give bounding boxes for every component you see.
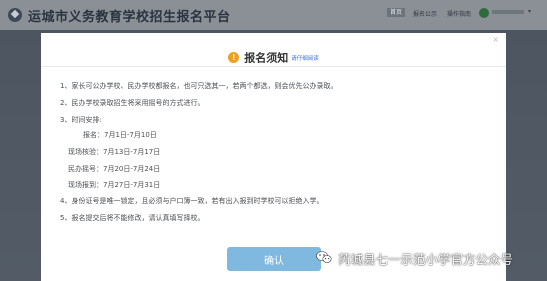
notice-line-1: 1、家长可公办学校、民办学校都报名，也可只选其一，若两个都选，则会优先公办录取。 bbox=[60, 82, 338, 90]
schedule-lottery: 民办摇号：7月20日-7月24日 bbox=[68, 165, 161, 173]
schedule-check-in: 现场报到：7月27日-7月31日 bbox=[68, 181, 161, 189]
site-title: 运城市义务教育学校招生报名平台 bbox=[28, 10, 231, 25]
watermark-text: 芮城县七一示范小学官方公众号 bbox=[338, 252, 514, 267]
close-icon[interactable]: × bbox=[492, 35, 499, 44]
title-divider bbox=[41, 66, 506, 67]
user-name[interactable] bbox=[492, 10, 524, 14]
watermark: 芮城县七一示范小学官方公众号 bbox=[316, 249, 547, 267]
schedule-verification: 现场核验：7月13日-7月17日 bbox=[68, 148, 161, 156]
wechat-icon bbox=[316, 251, 332, 263]
notice-line-3: 3、时间安排: bbox=[60, 116, 102, 124]
user-avatar-icon[interactable] bbox=[479, 8, 489, 18]
dialog-title: ! 报名须知 请仔细阅读 bbox=[41, 47, 506, 66]
dialog-title-text: 报名须知 bbox=[244, 51, 289, 65]
warning-icon: ! bbox=[228, 52, 240, 63]
notice-line-5: 5、报名提交后将不能修改，请认真填写择校。 bbox=[60, 214, 205, 222]
nav-guide[interactable]: 操作指南 bbox=[447, 9, 471, 18]
notice-line-4: 4、身份证号是唯一锁定，且必须与户口簿一致，若有出入报到时学校可以拒绝入学。 bbox=[60, 197, 324, 205]
site-header: 运城市义务教育学校招生报名平台 首页 报名公示 操作指南 ▾ bbox=[0, 0, 547, 30]
notice-line-2: 2、民办学校录取招生将采用摇号的方式进行。 bbox=[60, 99, 205, 107]
dialog-subtitle: 请仔细阅读 bbox=[291, 55, 319, 62]
emblem-icon bbox=[8, 8, 22, 22]
nav-registration-notice[interactable]: 报名公示 bbox=[413, 9, 437, 18]
confirm-button[interactable]: 确认 bbox=[227, 247, 321, 271]
nav-home[interactable]: 首页 bbox=[387, 8, 406, 17]
schedule-registration: 报名：7月1日-7月10日 bbox=[83, 131, 157, 139]
registration-notice-dialog: × ! 报名须知 请仔细阅读 1、家长可公办学校、民办学校都报名，也可只选其一，若两… bbox=[41, 33, 506, 281]
chevron-down-icon[interactable]: ▾ bbox=[528, 8, 531, 15]
